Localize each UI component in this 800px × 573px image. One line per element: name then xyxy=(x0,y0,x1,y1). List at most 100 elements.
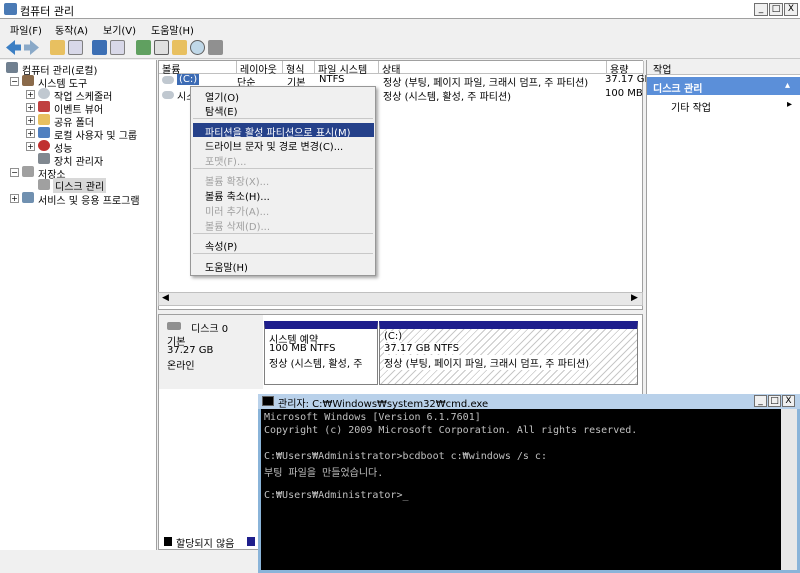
show-tree-icon[interactable] xyxy=(68,40,83,55)
expand-toggle[interactable]: + xyxy=(26,90,35,99)
disk-name: 디스크 0 xyxy=(191,324,229,335)
menu-file[interactable]: 파일(F) xyxy=(10,22,42,37)
volume-status: 정상 (시스템, 활성, 주 파티션) xyxy=(383,92,512,103)
cmd-minimize-button[interactable]: _ xyxy=(754,395,767,407)
disk-info: 디스크 0 기본 37.27 GB 온라인 xyxy=(159,315,263,389)
title-bar: 컴퓨터 관리 _ □ X xyxy=(0,0,800,19)
legend-unallocated-swatch xyxy=(164,537,172,546)
search-icon[interactable] xyxy=(190,40,205,55)
menu-item-format[interactable]: 포맷(F)... xyxy=(205,153,247,168)
scroll-left-icon[interactable]: ◀ xyxy=(162,293,169,303)
tools-icon xyxy=(22,75,34,86)
collapse-icon[interactable]: ▴ xyxy=(785,80,790,91)
show-pane-icon[interactable] xyxy=(110,40,125,55)
actions-section[interactable]: 디스크 관리 ▴ xyxy=(647,77,800,95)
disk-management-icon xyxy=(38,179,50,190)
back-icon[interactable] xyxy=(6,40,21,55)
partition-system-reserved[interactable]: 시스템 예약 100 MB NTFS 정상 (시스템, 활성, 주 xyxy=(264,321,378,385)
column-header-volume[interactable]: 볼륨 xyxy=(159,61,237,76)
disk-icon xyxy=(167,322,181,330)
volume-name[interactable]: (C:) xyxy=(177,74,200,85)
volume-icon xyxy=(162,91,174,99)
menu-item-mark-active[interactable]: 파티션을 활성 파티션으로 표시(M) xyxy=(205,124,351,139)
tree-disk-management[interactable]: 디스크 관리 xyxy=(53,178,107,193)
actions-title: 작업 xyxy=(653,65,672,76)
menu-item-open[interactable]: 열기(O) xyxy=(205,89,239,104)
volume-icon xyxy=(162,76,174,84)
clock-icon xyxy=(38,88,50,99)
volume-capacity: 37.17 GB xyxy=(605,74,652,85)
partition-c[interactable]: (C:) 37.17 GB NTFS 정상 (부팅, 페이지 파일, 크래시 덤… xyxy=(379,321,638,385)
collapse-toggle[interactable]: − xyxy=(10,77,19,86)
toolbar xyxy=(0,37,800,59)
cmd-title: 관리자: C:₩Windows₩system32₩cmd.exe xyxy=(278,399,489,410)
expand-toggle[interactable]: + xyxy=(26,142,35,151)
menu-action[interactable]: 동작(A) xyxy=(55,22,88,37)
partition-status: 정상 (시스템, 활성, 주 xyxy=(269,359,363,370)
menu-separator xyxy=(193,253,373,254)
up-folder-icon[interactable] xyxy=(50,40,65,55)
cmd-scrollbar[interactable] xyxy=(781,409,797,570)
column-header-status[interactable]: 상태 xyxy=(379,61,607,76)
cmd-maximize-button[interactable]: □ xyxy=(768,395,781,407)
cmd-icon xyxy=(262,396,274,406)
properties-icon[interactable] xyxy=(154,40,169,55)
close-button[interactable]: X xyxy=(784,3,798,16)
menu-item-change-drive-letter[interactable]: 드라이브 문자 및 경로 변경(C)... xyxy=(205,138,343,153)
column-header-layout[interactable]: 레이아웃 xyxy=(237,61,283,76)
menu-view[interactable]: 보기(V) xyxy=(103,22,136,37)
more-actions[interactable]: 기타 작업 xyxy=(671,99,711,114)
horizontal-scrollbar[interactable]: ◀ ▶ xyxy=(158,292,643,306)
services-icon xyxy=(22,192,34,203)
partition-name: (C:) xyxy=(384,331,403,342)
menu-item-extend[interactable]: 볼륨 확장(X)... xyxy=(205,173,269,188)
disk-size: 37.27 GB xyxy=(167,345,214,356)
menu-item-add-mirror[interactable]: 미러 추가(A)... xyxy=(205,203,269,218)
disk-state: 온라인 xyxy=(167,361,195,372)
menu-bar: 파일(F) 동작(A) 보기(V) 도움말(H) xyxy=(0,19,800,37)
cmd-prompt-line[interactable]: C:₩Users₩Administrator>_ xyxy=(264,490,409,501)
menu-item-properties[interactable]: 속성(P) xyxy=(205,238,237,253)
disk-settings-icon[interactable] xyxy=(208,40,223,55)
menu-help[interactable]: 도움말(H) xyxy=(151,22,194,37)
actions-section-title: 디스크 관리 xyxy=(653,84,703,95)
menu-item-delete[interactable]: 볼륨 삭제(D)... xyxy=(205,218,270,233)
cmd-line: Copyright (c) 2009 Microsoft Corporation… xyxy=(264,425,638,436)
menu-separator xyxy=(193,233,373,234)
legend-primary-swatch xyxy=(247,537,255,546)
help-icon[interactable] xyxy=(92,40,107,55)
refresh-icon[interactable] xyxy=(136,40,151,55)
window-title: 컴퓨터 관리 xyxy=(20,5,75,18)
menu-item-explore[interactable]: 탐색(E) xyxy=(205,103,238,118)
partition-status: 정상 (부팅, 페이지 파일, 크래시 덤프, 주 파티션) xyxy=(384,355,590,370)
menu-separator xyxy=(193,118,373,119)
partition-size: 100 MB NTFS xyxy=(269,343,336,354)
volume-fs: NTFS xyxy=(319,74,345,85)
cmd-line: Microsoft Windows [Version 6.1.7601] xyxy=(264,412,481,423)
minimize-button[interactable]: _ xyxy=(754,3,768,16)
computer-icon xyxy=(6,62,18,73)
column-header-capacity[interactable]: 용량 xyxy=(607,61,644,76)
event-viewer-icon xyxy=(38,101,50,112)
expand-toggle[interactable]: + xyxy=(26,116,35,125)
menu-item-help[interactable]: 도움말(H) xyxy=(205,259,248,274)
expand-toggle[interactable]: + xyxy=(10,194,19,203)
tree-services[interactable]: 서비스 및 응용 프로그램 xyxy=(38,192,140,207)
forward-icon[interactable] xyxy=(24,40,39,55)
command-prompt-window: 관리자: C:₩Windows₩system32₩cmd.exe _ □ X M… xyxy=(258,394,800,573)
cmd-title-bar: 관리자: C:₩Windows₩system32₩cmd.exe _ □ X xyxy=(258,394,800,410)
menu-item-shrink[interactable]: 볼륨 축소(H)... xyxy=(205,188,270,203)
cmd-close-button[interactable]: X xyxy=(782,395,795,407)
storage-icon xyxy=(22,166,34,177)
context-menu: 열기(O) 탐색(E) 파티션을 활성 파티션으로 표시(M) 드라이브 문자 … xyxy=(190,86,376,276)
column-header-filesystem[interactable]: 파일 시스템 xyxy=(315,61,379,76)
maximize-button[interactable]: □ xyxy=(769,3,783,16)
expand-toggle[interactable]: + xyxy=(26,103,35,112)
collapse-toggle[interactable]: − xyxy=(10,168,19,177)
scroll-right-icon[interactable]: ▶ xyxy=(631,293,638,303)
open-icon[interactable] xyxy=(172,40,187,55)
shared-folder-icon xyxy=(38,114,50,125)
device-manager-icon xyxy=(38,153,50,164)
column-header-type[interactable]: 형식 xyxy=(283,61,315,76)
expand-toggle[interactable]: + xyxy=(26,129,35,138)
